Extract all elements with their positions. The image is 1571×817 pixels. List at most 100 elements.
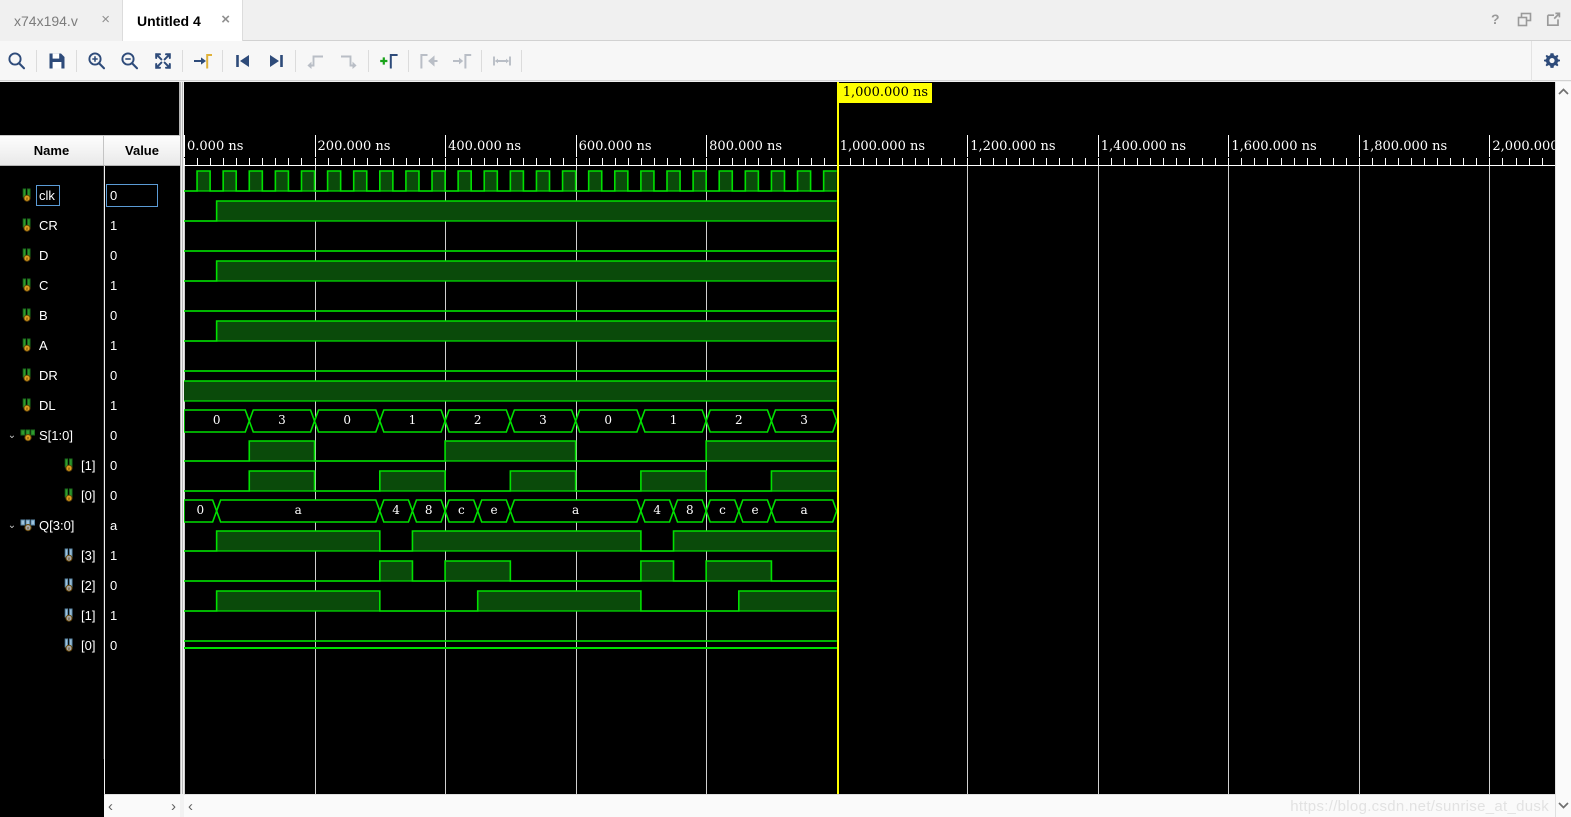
chevron-down-icon[interactable]: ⌄ bbox=[4, 520, 20, 531]
signal-value-2[interactable]: 0 bbox=[105, 570, 180, 600]
signal-value-3[interactable]: 1 bbox=[105, 540, 180, 570]
signal-value-d[interactable]: 0 bbox=[105, 240, 180, 270]
ruler-tick-label: 0.000 ns bbox=[187, 139, 244, 154]
zoom-in-icon[interactable] bbox=[80, 41, 113, 81]
signal-value-label: 0 bbox=[110, 247, 118, 263]
signal-value-label: 0 bbox=[110, 577, 118, 593]
toolbar-separator bbox=[481, 49, 482, 72]
signal-value-0[interactable]: 0 bbox=[105, 630, 180, 660]
signal-row-dl[interactable]: v DL bbox=[0, 390, 103, 420]
signal-value-clk[interactable]: 0 bbox=[105, 180, 180, 210]
zoom-out-icon[interactable] bbox=[113, 41, 146, 81]
signal-value-cr[interactable]: 1 bbox=[105, 210, 180, 240]
ruler-tick-label: 1,800.000 ns bbox=[1361, 139, 1448, 154]
time-cursor[interactable] bbox=[836, 82, 839, 794]
column-header-name[interactable]: Name bbox=[0, 136, 104, 165]
bus-value-label: c bbox=[458, 503, 465, 517]
signal-value-dl[interactable]: 1 bbox=[105, 390, 180, 420]
signal-value-s10[interactable]: 0 bbox=[105, 420, 180, 450]
signal-row-c[interactable]: vC bbox=[0, 270, 103, 300]
waveform-row-s0 bbox=[184, 466, 1555, 496]
signal-value-a[interactable]: 1 bbox=[105, 330, 180, 360]
signal-row-cr[interactable]: v CR bbox=[0, 210, 103, 240]
signal-value-1[interactable]: 1 bbox=[105, 600, 180, 630]
waveform-row-q0 bbox=[184, 616, 1555, 646]
tab-x74x194-v[interactable]: x74x194.v × bbox=[0, 0, 122, 41]
bus-value-label: a bbox=[800, 503, 808, 517]
undo-zoom-icon[interactable] bbox=[299, 41, 332, 81]
scroll-down-icon[interactable] bbox=[1557, 798, 1570, 813]
signal-value-label: 0 bbox=[110, 307, 118, 323]
signal-row-3[interactable]: v [3] bbox=[0, 540, 103, 570]
signal-value-list[interactable]: 0 1 0 1 0 1 0 1 0 0 0 a 1 0 1 0 bbox=[105, 166, 180, 759]
signal-row-clk[interactable]: v clk bbox=[0, 180, 103, 210]
bus-value-label: 4 bbox=[392, 503, 400, 517]
previous-transition-icon[interactable] bbox=[226, 41, 259, 81]
signal-name-list[interactable]: v clk v CR v Dv Cv Bv Av DR v DL ⌄ v S[1:0] v [1] v [0] ⌄ v Q… bbox=[0, 166, 104, 759]
waveform-row-s1 bbox=[184, 436, 1555, 466]
bus-value-label: 4 bbox=[653, 503, 661, 517]
signal-row-0[interactable]: v [0] bbox=[0, 480, 103, 510]
signal-row-1[interactable]: v [1] bbox=[0, 450, 103, 480]
signal-row-q30[interactable]: ⌄ v Q[3:0] bbox=[0, 510, 103, 540]
output-signal-icon: v bbox=[62, 548, 78, 562]
waveform-hscrollbar[interactable]: ‹ bbox=[184, 794, 1555, 817]
signal-row-0[interactable]: v [0] bbox=[0, 630, 103, 660]
tab-close-icon[interactable]: × bbox=[93, 12, 112, 30]
waveform-canvas[interactable]: 0.000 ns 200.000 ns 400.000 ns 600.000 ns 80… bbox=[184, 82, 1555, 794]
goto-cursor-icon[interactable] bbox=[186, 41, 219, 81]
bus-value-label: c bbox=[719, 503, 726, 517]
tab-untitled-4[interactable]: Untitled 4 × bbox=[122, 0, 243, 41]
save-icon[interactable] bbox=[40, 41, 73, 81]
signal-value-b[interactable]: 0 bbox=[105, 300, 180, 330]
signal-value-label: 1 bbox=[110, 607, 118, 623]
signal-value-c[interactable]: 1 bbox=[105, 270, 180, 300]
column-header-value[interactable]: Value bbox=[104, 136, 180, 165]
signal-name-label: A bbox=[39, 337, 48, 353]
next-marker-icon[interactable] bbox=[445, 41, 478, 81]
scroll-left-icon[interactable]: ‹ bbox=[188, 799, 193, 814]
waveform-vscrollbar[interactable] bbox=[1555, 82, 1571, 817]
signal-list-hscrollbar[interactable]: ‹ › bbox=[104, 794, 180, 817]
zoom-fit-icon[interactable] bbox=[146, 41, 179, 81]
signal-value-dr[interactable]: 0 bbox=[105, 360, 180, 390]
signal-value-0[interactable]: 0 bbox=[105, 480, 180, 510]
signal-row-dr[interactable]: v DR bbox=[0, 360, 103, 390]
gear-icon[interactable] bbox=[1531, 40, 1571, 81]
bus-value-label: 3 bbox=[539, 413, 547, 427]
measure-time-icon[interactable] bbox=[485, 41, 518, 81]
add-marker-icon[interactable] bbox=[372, 41, 405, 81]
pane-splitter[interactable] bbox=[180, 82, 183, 794]
ruler-tick-label: 600.000 ns bbox=[578, 139, 652, 154]
waveform-row-q3 bbox=[184, 526, 1555, 556]
scroll-right-icon[interactable]: › bbox=[171, 799, 176, 814]
signal-value-1[interactable]: 0 bbox=[105, 450, 180, 480]
signal-row-a[interactable]: vA bbox=[0, 330, 103, 360]
signal-row-2[interactable]: v [2] bbox=[0, 570, 103, 600]
chevron-down-icon[interactable]: ⌄ bbox=[4, 430, 20, 441]
signal-name-label: B bbox=[39, 307, 48, 323]
signal-name-label: DL bbox=[39, 397, 56, 413]
tab-label: Untitled 4 bbox=[137, 12, 201, 29]
signal-row-s10[interactable]: ⌄ v S[1:0] bbox=[0, 420, 103, 450]
signal-row-1[interactable]: v [1] bbox=[0, 600, 103, 630]
waveform-viewer-window: x74x194.v × Untitled 4 × ? Name Value v … bbox=[0, 0, 1571, 817]
window-controls: ? bbox=[1490, 11, 1561, 32]
previous-marker-icon[interactable] bbox=[412, 41, 445, 81]
signal-row-b[interactable]: vB bbox=[0, 300, 103, 330]
redo-zoom-icon[interactable] bbox=[332, 41, 365, 81]
scroll-left-icon[interactable]: ‹ bbox=[108, 799, 113, 814]
next-transition-icon[interactable] bbox=[259, 41, 292, 81]
signal-value-q30[interactable]: a bbox=[105, 510, 180, 540]
input-signal-icon: v bbox=[20, 188, 36, 202]
help-icon[interactable]: ? bbox=[1490, 11, 1503, 32]
bus-value-label: a bbox=[294, 503, 302, 517]
scroll-up-icon[interactable] bbox=[1557, 86, 1570, 101]
float-window-icon[interactable] bbox=[1546, 12, 1561, 32]
signal-row-d[interactable]: vD bbox=[0, 240, 103, 270]
restore-window-icon[interactable] bbox=[1517, 12, 1532, 32]
bus-value-label: 3 bbox=[278, 413, 286, 427]
tab-close-icon[interactable]: × bbox=[213, 12, 232, 30]
search-icon[interactable] bbox=[0, 41, 33, 81]
bus-value-label: 8 bbox=[424, 503, 433, 517]
